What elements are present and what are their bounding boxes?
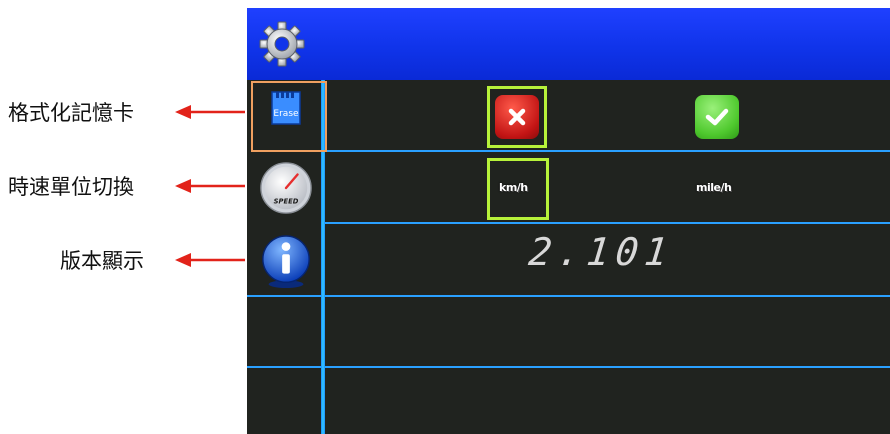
check-icon: [705, 108, 729, 126]
arrow-left-icon: [175, 253, 245, 267]
annotation-speed-unit: 時速單位切換: [0, 166, 245, 206]
row-divider: [247, 295, 321, 297]
unit-mph-option[interactable]: mile/h: [696, 181, 732, 194]
speedometer-icon[interactable]: SPEED: [259, 161, 313, 215]
sd-card-erase-icon[interactable]: Erase: [268, 88, 304, 128]
arrow-left-icon: [175, 179, 245, 193]
annotation-label: 版本顯示: [60, 249, 144, 273]
cancel-button[interactable]: [495, 95, 539, 139]
settings-screen: Erase SPEED km/h mile/h 2.101: [247, 8, 890, 434]
row-divider: [325, 150, 890, 152]
arrow-left-icon: [175, 105, 245, 119]
annotation-format-card: 格式化記憶卡: [0, 92, 245, 132]
row-divider: [325, 222, 890, 224]
row-divider: [247, 366, 321, 368]
speed-label: SPEED: [274, 197, 299, 205]
annotation-label: 格式化記憶卡: [8, 101, 134, 125]
version-number: 2.101: [526, 230, 676, 274]
sd-card-label: Erase: [273, 109, 299, 119]
annotation-version: 版本顯示: [0, 240, 245, 280]
confirm-button[interactable]: [695, 95, 739, 139]
gear-icon[interactable]: [258, 20, 306, 68]
row-divider: [325, 366, 890, 368]
header-bar: [247, 8, 890, 80]
info-icon[interactable]: [259, 234, 313, 290]
x-icon: [508, 108, 526, 126]
row-divider: [325, 295, 890, 297]
annotation-label: 時速單位切換: [8, 175, 134, 199]
unit-kmh-option[interactable]: km/h: [499, 181, 528, 194]
